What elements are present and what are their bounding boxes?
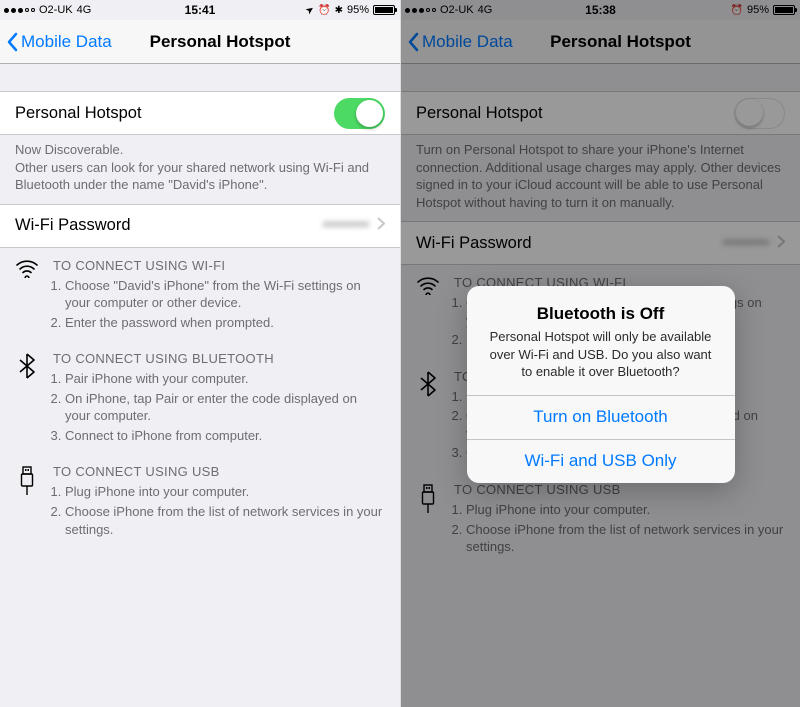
- battery-percent: 95%: [347, 4, 369, 16]
- usb-icon: [15, 464, 39, 540]
- instr-bt-step1: Pair iPhone with your computer.: [65, 370, 385, 388]
- instr-usb-step2: Choose iPhone from the list of network s…: [65, 503, 385, 538]
- wifi-password-value: ••••••••: [323, 216, 369, 235]
- wifi-icon: [15, 258, 39, 334]
- discoverable-footer: Now Discoverable. Other users can look f…: [0, 135, 400, 204]
- battery-icon: [373, 5, 395, 15]
- instr-bt-step2: On iPhone, tap Pair or enter the code di…: [65, 390, 385, 425]
- instr-wifi: TO CONNECT USING WI-FI Choose "David's i…: [15, 258, 385, 334]
- hotspot-switch[interactable]: [334, 98, 385, 129]
- alert-wifi-usb-only-button[interactable]: Wi-Fi and USB Only: [467, 439, 735, 483]
- hotspot-label: Personal Hotspot: [15, 104, 334, 123]
- instr-usb-title: TO CONNECT USING USB: [53, 464, 385, 479]
- instr-wifi-step1: Choose "David's iPhone" from the Wi-Fi s…: [65, 277, 385, 312]
- network-label: 4G: [77, 4, 92, 16]
- screen-left: O2-UK 4G 15:41 95% Mobile Data Personal …: [0, 0, 400, 707]
- wifi-password-row[interactable]: Wi-Fi Password ••••••••: [0, 204, 400, 248]
- bluetooth-icon-large: [15, 351, 39, 446]
- screen-right: O2-UK 4G 15:38 95% Mobile Data Personal …: [400, 0, 800, 707]
- back-button[interactable]: Mobile Data: [6, 32, 112, 52]
- instr-usb-step1: Plug iPhone into your computer.: [65, 483, 385, 501]
- location-icon: [306, 4, 314, 16]
- instr-bluetooth: TO CONNECT USING BLUETOOTH Pair iPhone w…: [15, 351, 385, 446]
- discoverable-line1: Now Discoverable.: [15, 141, 385, 159]
- alert-dialog: Bluetooth is Off Personal Hotspot will o…: [467, 286, 735, 483]
- carrier-label: O2-UK: [39, 4, 73, 16]
- nav-bar: Mobile Data Personal Hotspot: [0, 20, 400, 64]
- instr-usb: TO CONNECT USING USB Plug iPhone into yo…: [15, 464, 385, 540]
- instr-bt-title: TO CONNECT USING BLUETOOTH: [53, 351, 385, 366]
- signal-dots: [4, 8, 35, 13]
- alert-turn-on-bluetooth-button[interactable]: Turn on Bluetooth: [467, 395, 735, 439]
- instr-wifi-step2: Enter the password when prompted.: [65, 314, 385, 332]
- instr-bt-step3: Connect to iPhone from computer.: [65, 427, 385, 445]
- discoverable-line2: Other users can look for your shared net…: [15, 159, 385, 194]
- alert-message: Personal Hotspot will only be available …: [483, 328, 719, 381]
- instr-wifi-title: TO CONNECT USING WI-FI: [53, 258, 385, 273]
- instructions: TO CONNECT USING WI-FI Choose "David's i…: [0, 248, 400, 540]
- hotspot-row: Personal Hotspot: [0, 91, 400, 135]
- chevron-right-icon: [377, 216, 385, 235]
- clock: 15:41: [185, 3, 216, 17]
- bluetooth-icon: [335, 4, 343, 16]
- alarm-icon: [318, 4, 330, 16]
- wifi-password-label: Wi-Fi Password: [15, 216, 323, 235]
- back-label: Mobile Data: [21, 32, 112, 52]
- alert-title: Bluetooth is Off: [483, 304, 719, 324]
- status-bar: O2-UK 4G 15:41 95%: [0, 0, 400, 20]
